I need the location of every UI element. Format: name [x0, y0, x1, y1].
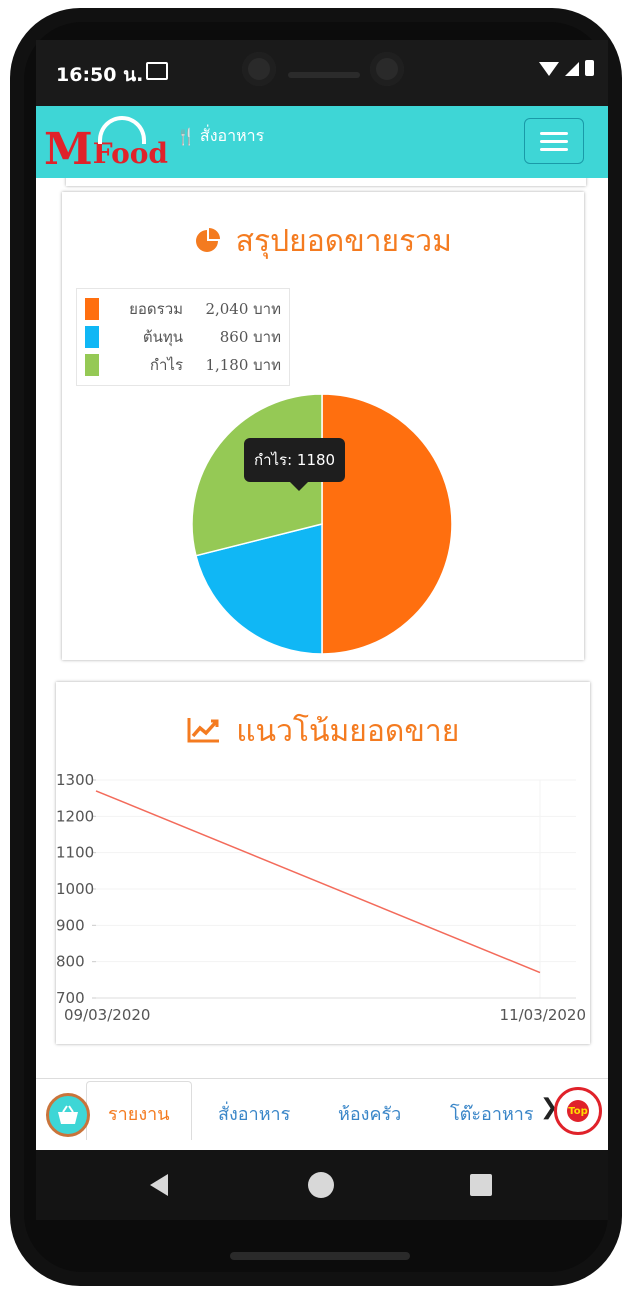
earpiece-speaker [288, 72, 360, 78]
basket-button[interactable] [46, 1093, 90, 1137]
app-bar: M Food 🍴 สั่งอาหาร [36, 106, 608, 178]
summary-title-text: สรุปยอดขายรวม [235, 224, 452, 259]
menu-line [540, 131, 568, 135]
x-tick-label: 09/03/2020 [64, 1006, 150, 1024]
tab-order-food[interactable]: สั่งอาหาร [218, 1099, 290, 1128]
y-tick-label: 1200 [56, 807, 94, 825]
legend-value: 860 บาท [219, 328, 281, 346]
front-camera-icon [370, 52, 404, 86]
page-title-text: สั่งอาหาร [199, 126, 265, 145]
tab-tables[interactable]: โต๊ะอาหาร [450, 1099, 536, 1128]
legend-item[interactable]: กำไร 1,180 บาท [85, 351, 281, 379]
signal-icon [565, 62, 579, 76]
pie-tooltip: กำไร: 1180 [244, 438, 346, 491]
menu-line [540, 147, 568, 151]
sales-summary-card: สรุปยอดขายรวม ยอดรวม 2,040 บาทต้นทุน 860 บ… [62, 192, 584, 660]
status-time: 16:50 น. [56, 64, 144, 86]
content-area[interactable]: สรุปยอดขายรวม ยอดรวม 2,040 บาทต้นทุน 860 บ… [36, 178, 608, 1078]
menu-line [540, 139, 568, 143]
line-chart: 1300 1200 1100 1000 900 800 70009/03/2020 11/03… [56, 772, 586, 1024]
legend-label: ยอดรวม [129, 300, 183, 318]
summary-card-title: สรุปยอดขายรวม [62, 218, 584, 265]
status-bar: 16:50 น. [36, 40, 608, 106]
basket-icon [58, 1105, 78, 1124]
y-tick-label: 1300 [56, 772, 94, 789]
series-line[interactable] [95, 790, 541, 974]
legend-swatch [85, 326, 99, 348]
trend-card-title: แนวโน้มยอดขาย [56, 708, 590, 755]
line-chart-icon [187, 718, 219, 743]
recent-apps-icon[interactable] [470, 1174, 492, 1196]
tab-report[interactable]: รายงาน [108, 1099, 170, 1128]
legend-swatch [85, 354, 99, 376]
legend-label: กำไร [149, 356, 183, 374]
gallery-notification-icon [146, 62, 168, 80]
legend-label: ต้นทุน [142, 328, 183, 346]
front-camera-icon [242, 52, 276, 86]
legend-swatch [85, 298, 99, 320]
page-title[interactable]: 🍴 สั่งอาหาร [176, 124, 264, 149]
device-speaker-grille [230, 1252, 410, 1260]
hamburger-menu-button[interactable] [524, 118, 584, 164]
legend-value: 1,180 บาท [205, 356, 281, 374]
home-icon[interactable] [308, 1172, 334, 1198]
logo-letter-m: M [44, 124, 93, 175]
y-tick-label: 700 [56, 989, 85, 1007]
legend-value: 2,040 บาท [205, 300, 281, 318]
legend-item[interactable]: ยอดรวม 2,040 บาท [85, 295, 281, 323]
screen: 16:50 น. M Food 🍴 สั่งอาหาร สรุปยอดขายรว… [36, 40, 608, 1220]
bottom-tab-bar: รายงาน สั่งอาหาร ห้องครัว โต๊ะอาหาร ❯ To… [36, 1078, 608, 1155]
y-tick-label: 1000 [56, 880, 94, 898]
y-tick-label: 800 [56, 953, 85, 971]
y-tick-label: 900 [56, 916, 85, 934]
previous-card-edge [66, 178, 586, 186]
x-tick-label: 11/03/2020 [500, 1006, 586, 1024]
sales-trend-card: แนวโน้มยอดขาย 1300 1200 1100 1000 900 800 700 0… [56, 682, 590, 1044]
wifi-icon [539, 62, 559, 76]
status-icons [539, 60, 594, 76]
legend-item[interactable]: ต้นทุน 860 บาท [85, 323, 281, 351]
utensils-icon: 🍴 [176, 127, 196, 146]
logo-food-text: Food [92, 137, 168, 170]
pie-chart [191, 393, 453, 655]
system-navigation-bar [36, 1150, 608, 1220]
pie-chart-icon [196, 228, 221, 252]
tab-kitchen[interactable]: ห้องครัว [338, 1099, 401, 1128]
pie-slice[interactable] [321, 393, 453, 655]
battery-icon [585, 60, 594, 76]
top-label: Top [567, 1100, 589, 1122]
scroll-top-button[interactable]: Top [554, 1087, 602, 1135]
y-tick-label: 1100 [56, 844, 94, 862]
back-icon[interactable] [150, 1174, 168, 1196]
pie-legend: ยอดรวม 2,040 บาทต้นทุน 860 บาทกำไร 1,180 บา… [76, 288, 290, 386]
trend-title-text: แนวโน้มยอดขาย [236, 714, 460, 749]
